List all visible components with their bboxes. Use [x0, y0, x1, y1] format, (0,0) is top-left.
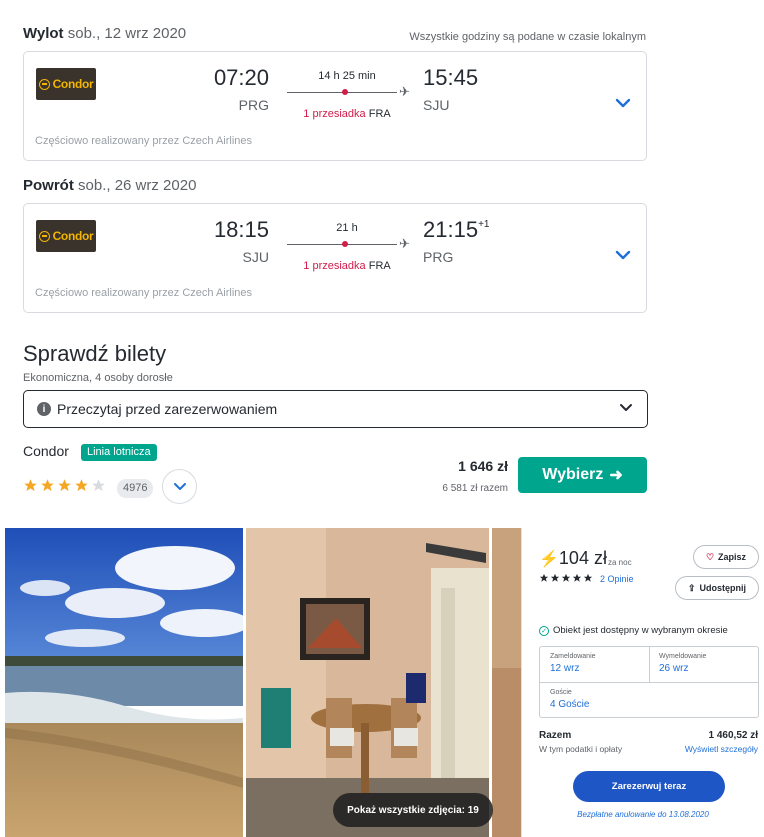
checkout-field[interactable]: Wymeldowanie 26 wrz	[659, 653, 706, 674]
condor-logo: Condor	[36, 68, 96, 100]
per-night-label: za noc	[608, 558, 632, 567]
star-icon	[41, 479, 54, 492]
room-photo-partial[interactable]	[492, 528, 521, 837]
return-date: sob., 26 wrz 2020	[78, 177, 197, 194]
operated-by: Częściowo realizowany przez Czech Airlin…	[35, 287, 253, 299]
star-icon	[561, 573, 571, 582]
tickets-subtitle: Ekonomiczna, 4 osoby dorosłe	[23, 372, 173, 384]
info-icon: i	[37, 402, 51, 416]
departure-time: 07:20	[213, 65, 269, 90]
star-icon	[58, 479, 71, 492]
star-icon	[572, 573, 582, 582]
departure-time: 18:15	[213, 217, 269, 242]
total-value: 1 460,52 zł	[708, 730, 758, 741]
read-before-booking-dropdown[interactable]: i Przeczytaj przed zarezerwowaniem	[23, 390, 648, 428]
arrival-airport: SJU	[423, 97, 450, 113]
select-label: Wybierz	[542, 466, 604, 483]
plane-icon: ✈	[399, 84, 410, 99]
arrival-time: 15:45	[423, 65, 479, 90]
departure-airport: PRG	[238, 97, 269, 113]
return-label: Powrót	[23, 177, 74, 194]
flight-card-return[interactable]: Condor 18:15 SJU 21 h ✈ 1 przesiadka FRA…	[23, 203, 647, 313]
star-empty-icon	[92, 479, 105, 492]
tickets-title: Sprawdź bilety	[23, 341, 167, 366]
total-label: Razem	[539, 730, 572, 741]
star-icon	[539, 573, 549, 582]
rating-count-bubble: 4976	[117, 479, 154, 498]
stop-info: 1 przesiadka FRA	[303, 260, 391, 272]
chevron-down-icon	[620, 404, 632, 411]
carrier-name: Condor	[23, 443, 69, 459]
star-icon	[583, 573, 593, 582]
show-all-photos-button[interactable]: Pokaż wszystkie zdjęcia: 19	[333, 793, 493, 827]
select-button[interactable]: Wybierz ➜	[518, 457, 647, 493]
plane-icon: ✈	[399, 236, 410, 251]
flight-duration: 21 h	[336, 222, 358, 234]
ticket-price: 1 646 zł	[458, 458, 508, 474]
chevron-down-icon[interactable]	[615, 97, 631, 109]
arrow-right-icon: ➜	[609, 467, 623, 484]
stop-dot	[342, 241, 348, 247]
availability-note: ✓ Obiekt jest dostępny w wybranym okresi…	[539, 625, 728, 636]
nightly-price: ⚡104 zł	[539, 548, 607, 568]
stop-info: 1 przesiadka FRA	[303, 108, 391, 120]
arrival-time: 21:15+1	[423, 217, 490, 242]
check-circle-icon: ✓	[539, 625, 549, 636]
booking-panel: ⚡104 zł za noc 2 Opinie ♡ Zapisz ⇪ Udost…	[521, 528, 764, 837]
reviews-link[interactable]: 2 Opinie	[600, 574, 634, 584]
lightning-icon: ⚡	[539, 551, 559, 568]
taxes-note: W tym podatki i opłaty	[539, 744, 623, 754]
heart-icon: ♡	[705, 551, 715, 562]
details-link[interactable]: Wyświetl szczegóły	[685, 744, 758, 754]
photo-gallery[interactable]	[0, 528, 521, 837]
expand-button[interactable]	[162, 469, 197, 504]
flight-card-outbound[interactable]: Condor 07:20 PRG 14 h 25 min ✈ 1 przesia…	[23, 51, 647, 161]
reserve-now-button[interactable]: Zarezerwuj teraz	[573, 771, 725, 802]
return-header: Powrót sob., 26 wrz 2020	[23, 177, 196, 194]
property-stars	[539, 573, 593, 583]
rating-stars	[23, 478, 106, 493]
beach-photo[interactable]	[5, 528, 243, 837]
condor-logo: Condor	[36, 220, 96, 252]
outbound-label: Wylot	[23, 25, 64, 42]
star-icon	[75, 479, 88, 492]
share-button[interactable]: ⇪ Udostępnij	[675, 576, 759, 600]
stop-dot	[342, 89, 348, 95]
checkin-field[interactable]: Zameldowanie 12 wrz	[550, 653, 596, 674]
arrival-airport: PRG	[423, 249, 454, 265]
read-before-label: Przeczytaj przed zarezerwowaniem	[57, 401, 278, 417]
stay-details-grid: Zameldowanie 12 wrz Wymeldowanie 26 wrz …	[539, 646, 759, 718]
ticket-price-total: 6 581 zł razem	[442, 483, 508, 494]
save-button[interactable]: ♡ Zapisz	[693, 545, 759, 569]
share-icon: ⇪	[687, 582, 696, 593]
outbound-header: Wylot sob., 12 wrz 2020	[23, 25, 186, 42]
star-icon	[24, 479, 37, 492]
star-icon	[550, 573, 560, 582]
free-cancellation-note: Bezpłatne anulowanie do 13.08.2020	[577, 810, 709, 819]
airline-badge: Linia lotnicza	[81, 444, 157, 461]
chevron-down-icon[interactable]	[615, 249, 631, 261]
guests-field[interactable]: Goście 4 Goście	[550, 689, 589, 710]
operated-by: Częściowo realizowany przez Czech Airlin…	[35, 135, 253, 147]
room-photo[interactable]	[246, 528, 489, 837]
local-time-note: Wszystkie godziny są podane w czasie lok…	[409, 31, 646, 43]
departure-airport: SJU	[242, 249, 269, 265]
outbound-date: sob., 12 wrz 2020	[67, 25, 187, 42]
flight-duration: 14 h 25 min	[318, 70, 376, 82]
chevron-down-icon	[173, 482, 186, 490]
